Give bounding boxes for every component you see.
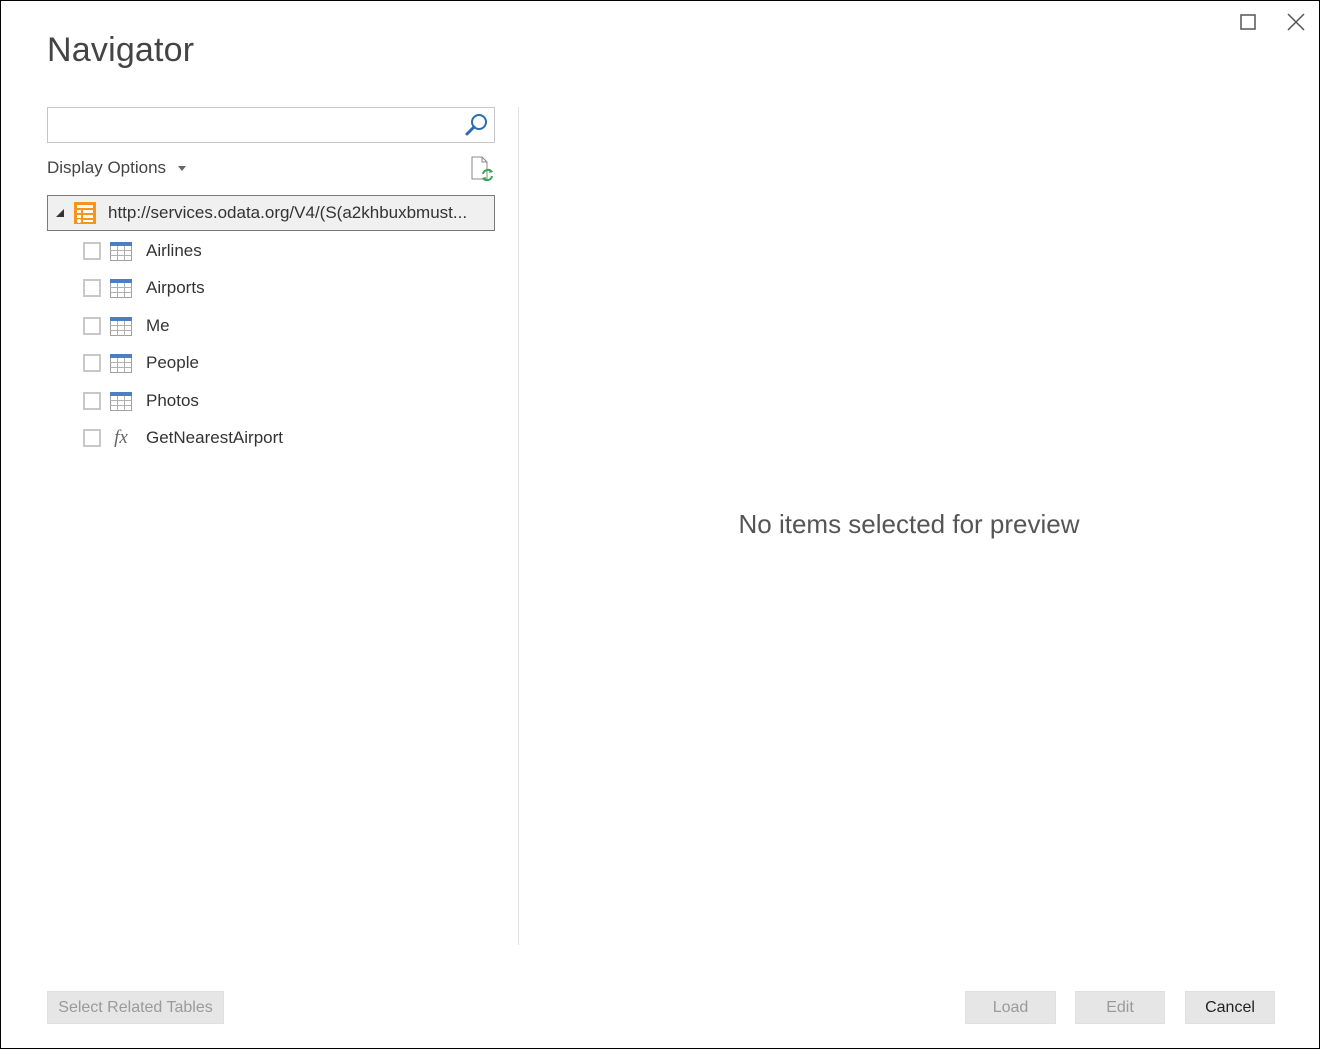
function-icon-glyph: fx	[114, 427, 128, 448]
maximize-icon	[1240, 14, 1256, 30]
tree-item[interactable]: fx GetNearestAirport	[83, 424, 283, 452]
display-options-label: Display Options	[47, 158, 167, 177]
tree-root-label: http://services.odata.org/V4/(S(a2khbuxb…	[108, 203, 468, 222]
search-button[interactable]	[464, 112, 490, 138]
tree-item[interactable]: Photos	[83, 387, 199, 415]
table-icon	[110, 316, 132, 336]
tree-item-label: People	[146, 353, 199, 372]
close-button[interactable]	[1283, 9, 1309, 35]
table-icon	[110, 391, 132, 411]
table-icon	[110, 353, 132, 373]
select-related-tables-button[interactable]: Select Related Tables	[47, 991, 224, 1024]
load-button[interactable]: Load	[965, 991, 1056, 1024]
tree-item[interactable]: Me	[83, 312, 170, 340]
display-options-dropdown[interactable]: Display Options	[47, 157, 187, 179]
function-icon: fx	[110, 427, 132, 448]
checkbox[interactable]	[83, 279, 101, 297]
tree-item-label: Airports	[146, 278, 205, 297]
tree-item-label: GetNearestAirport	[146, 428, 283, 447]
cancel-button[interactable]: Cancel	[1185, 991, 1275, 1024]
checkbox[interactable]	[83, 354, 101, 372]
tree-item[interactable]: Airports	[83, 274, 205, 302]
tree-item[interactable]: Airlines	[83, 237, 202, 265]
checkbox[interactable]	[83, 429, 101, 447]
chevron-down-icon	[178, 165, 187, 171]
dialog-title: Navigator	[47, 31, 195, 69]
search-input[interactable]	[48, 108, 458, 142]
expand-collapse-icon[interactable]	[56, 209, 64, 217]
preview-empty-message: No items selected for preview	[738, 509, 1080, 539]
search-box	[47, 107, 495, 143]
edit-button[interactable]: Edit	[1075, 991, 1165, 1024]
maximize-button[interactable]	[1235, 9, 1261, 35]
navigator-dialog: Navigator Display Options http://service…	[0, 0, 1320, 1049]
checkbox[interactable]	[83, 317, 101, 335]
close-icon	[1287, 13, 1305, 31]
odata-source-icon	[74, 202, 96, 224]
tree-root-node[interactable]: http://services.odata.org/V4/(S(a2khbuxb…	[47, 195, 495, 231]
refresh-document-icon	[471, 156, 493, 182]
tree-item-label: Airlines	[146, 241, 202, 260]
tree-item-label: Me	[146, 316, 170, 335]
refresh-button[interactable]	[469, 155, 495, 183]
search-icon	[465, 114, 487, 136]
table-icon	[110, 241, 132, 261]
checkbox[interactable]	[83, 392, 101, 410]
table-icon	[110, 278, 132, 298]
checkbox[interactable]	[83, 242, 101, 260]
tree-item-label: Photos	[146, 391, 199, 410]
tree-item[interactable]: People	[83, 349, 199, 377]
